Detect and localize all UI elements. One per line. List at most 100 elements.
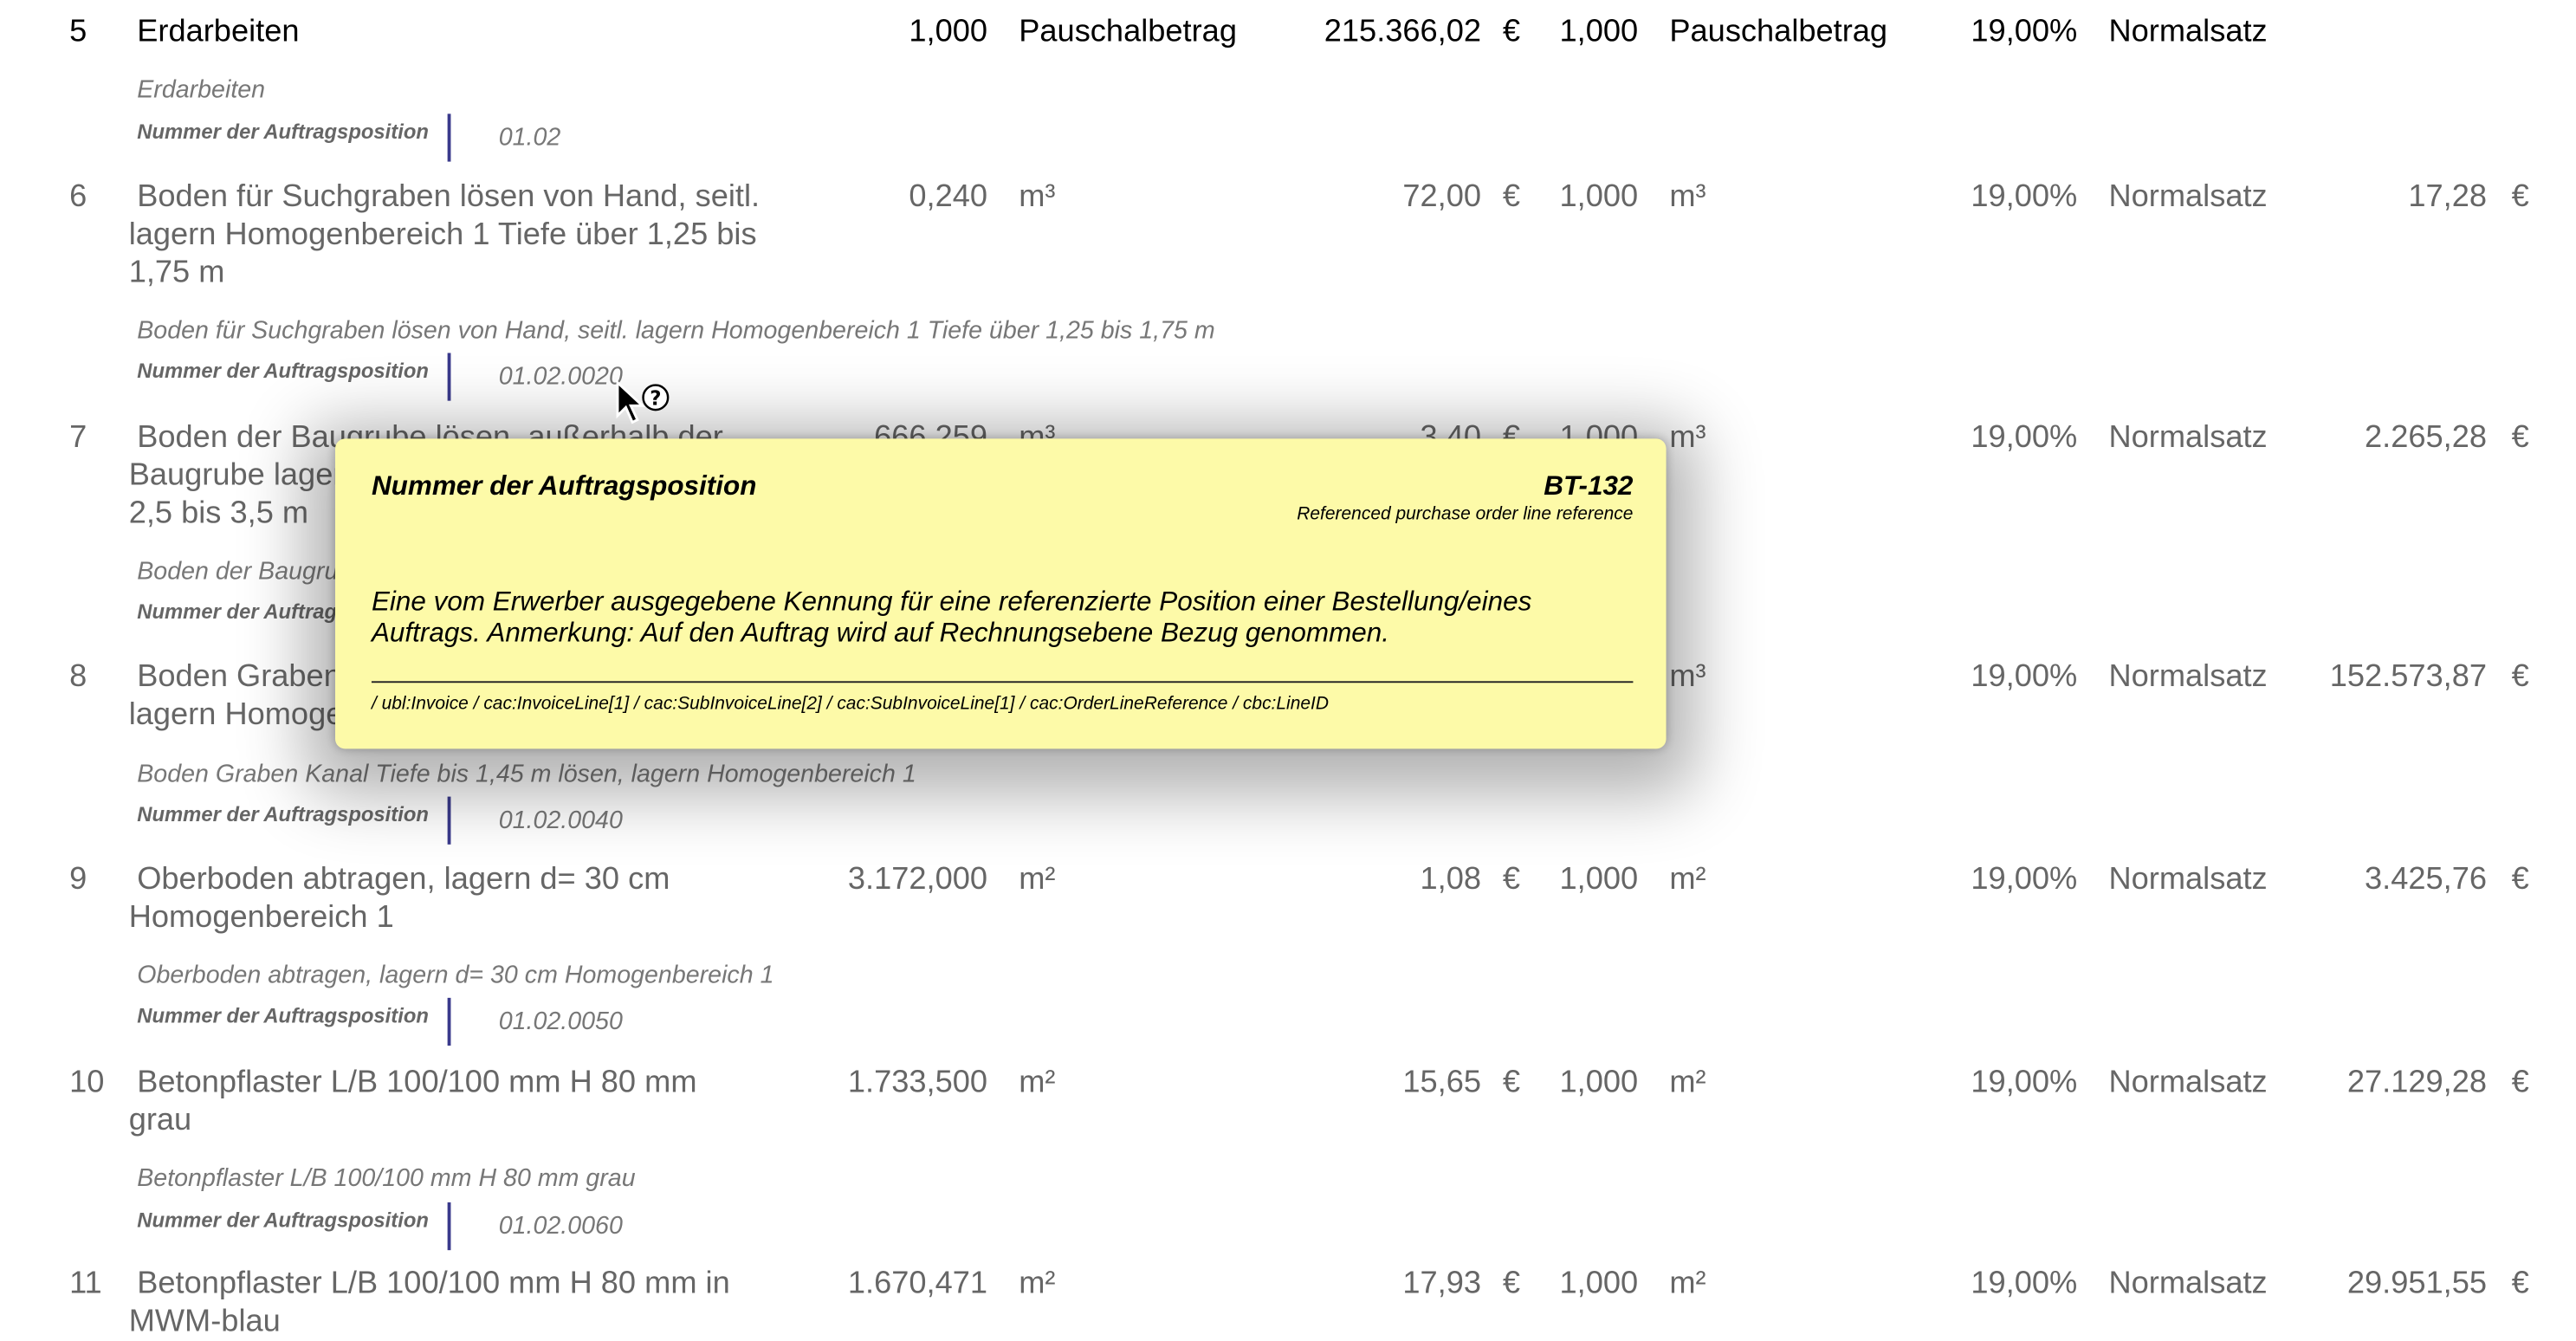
quantity: 0,240 [909,179,988,215]
unit-price: 215.366,02 [1324,15,1482,50]
order-ref-separator [447,353,451,401]
item-description: Boden Graben Kanal Tiefe bis 1,45 m löse… [137,760,916,789]
unit-price: 15,65 [1402,1065,1482,1100]
currency: € [2511,862,2529,897]
row-number: 6 [69,179,87,215]
row-number: 5 [69,15,87,50]
item-description: Oberboden abtragen, lagern d= 30 cm Homo… [137,961,774,990]
item-title: Betonpflaster L/B 100/100 mm H 80 mm in … [128,1266,730,1339]
help-cursor-icon: ? [616,379,670,424]
order-ref-value: 01.02.0040 [498,807,623,835]
order-ref-value: 01.02.0020 [498,362,623,392]
order-ref-separator [447,1202,451,1251]
unit: m³ [1019,179,1056,215]
base-unit: m³ [1669,420,1706,456]
vat-category: Normalsatz [2108,179,2268,215]
currency: € [2511,179,2529,215]
tooltip-business-term-code: BT-132 [1544,471,1634,502]
currency: € [1502,862,1520,897]
order-ref-separator [447,997,451,1046]
base-quantity: 1,000 [1559,179,1639,215]
currency: € [1502,1065,1520,1100]
base-unit: m² [1669,1065,1706,1100]
vat-rate: 19,00% [1971,15,2078,50]
unit: Pauschalbetrag [1019,15,1237,50]
field-info-tooltip: Nummer der Auftragsposition BT-132 Refer… [334,438,1667,749]
order-ref-separator [447,113,451,162]
order-ref-label[interactable]: Nummer der Auftragsposition [137,1209,429,1233]
row-number: 11 [69,1266,102,1302]
row-number: 8 [69,659,87,695]
base-quantity: 1,000 [1559,1266,1639,1302]
tooltip-title: Nummer der Auftragsposition [371,471,757,502]
base-quantity: 1,000 [1559,1065,1639,1100]
base-unit: m² [1669,1266,1706,1302]
vat-rate: 19,00% [1971,1065,2078,1100]
vat-rate: 19,00% [1971,420,2078,456]
order-ref-label[interactable]: Nummer der Auftragsposition [137,1004,429,1027]
row-number: 7 [69,420,87,456]
vat-category: Normalsatz [2108,1266,2268,1302]
row-number: 10 [69,1065,105,1100]
item-title: Betonpflaster L/B 100/100 mm H 80 mm gra… [128,1065,697,1138]
currency: € [2511,1065,2529,1100]
order-ref-label[interactable]: Nummer der Auftragsposition [137,120,429,144]
vat-category: Normalsatz [2108,862,2268,897]
tooltip-divider [371,681,1634,683]
tooltip-description: Eine vom Erwerber ausgegebene Kennung fü… [371,586,1532,649]
order-ref-value: 01.02.0060 [498,1212,623,1241]
vat-category: Normalsatz [2108,15,2268,50]
row-number: 9 [69,862,87,897]
unit: m² [1019,1266,1056,1302]
unit-price: 17,93 [1402,1266,1482,1302]
item-title: Oberboden abtragen, lagern d= 30 cm Homo… [128,862,670,936]
quantity: 1,000 [909,15,988,50]
quantity: 1.670,471 [847,1266,988,1302]
order-ref-value: 01.02 [498,123,561,152]
base-unit: m³ [1669,179,1706,215]
vat-category: Normalsatz [2108,1065,2268,1100]
base-quantity: 1,000 [1559,15,1639,50]
item-title: Boden für Suchgraben lösen von Hand, sei… [128,179,761,291]
order-ref-label[interactable]: Nummer der Auftragsposition [137,803,429,826]
base-unit: m² [1669,862,1706,897]
order-ref-separator [447,796,451,845]
vat-rate: 19,00% [1971,659,2078,695]
vat-category: Normalsatz [2108,420,2268,456]
unit-price: 1,08 [1420,862,1482,897]
currency: € [2511,659,2529,695]
item-title: Erdarbeiten [137,15,300,50]
tooltip-english-name: Referenced purchase order line reference [1297,504,1634,525]
vat-rate: 19,00% [1971,1266,2078,1302]
order-ref-value: 01.02.0050 [498,1007,623,1036]
currency: € [2511,1266,2529,1302]
currency: € [1502,179,1520,215]
currency: € [1502,15,1520,50]
currency: € [1502,1266,1520,1302]
tooltip-xpath: / ubl:Invoice / cac:InvoiceLine[1] / cac… [371,694,1330,715]
vat-category: Normalsatz [2108,659,2268,695]
item-description: Erdarbeiten [137,75,266,104]
item-description: Betonpflaster L/B 100/100 mm H 80 mm gra… [137,1164,636,1193]
unit-price: 72,00 [1402,179,1482,215]
base-unit: m³ [1669,659,1706,695]
quantity: 3.172,000 [847,862,988,897]
vat-rate: 19,00% [1971,862,2078,897]
item-description: Boden für Suchgraben lösen von Hand, sei… [137,316,1215,345]
base-unit: Pauschalbetrag [1669,15,1888,50]
base-quantity: 1,000 [1559,862,1639,897]
line-total: 2.265,28 [2365,420,2488,456]
line-total: 29.951,55 [2346,1266,2488,1302]
item-description: Boden der Baugrube [137,557,366,586]
line-total: 3.425,76 [2365,862,2488,897]
quantity: 1.733,500 [847,1065,988,1100]
invoice-lines-view: 5 Erdarbeiten 1,000 Pauschalbetrag 215.3… [0,0,2576,1339]
order-ref-label[interactable]: Nummer der Auftragsposition [137,360,429,383]
currency: € [2511,420,2529,456]
unit: m² [1019,1065,1056,1100]
line-total: 27.129,28 [2346,1065,2488,1100]
unit: m² [1019,862,1056,897]
line-total: 17,28 [2408,179,2488,215]
line-total: 152.573,87 [2329,659,2488,695]
vat-rate: 19,00% [1971,179,2078,215]
